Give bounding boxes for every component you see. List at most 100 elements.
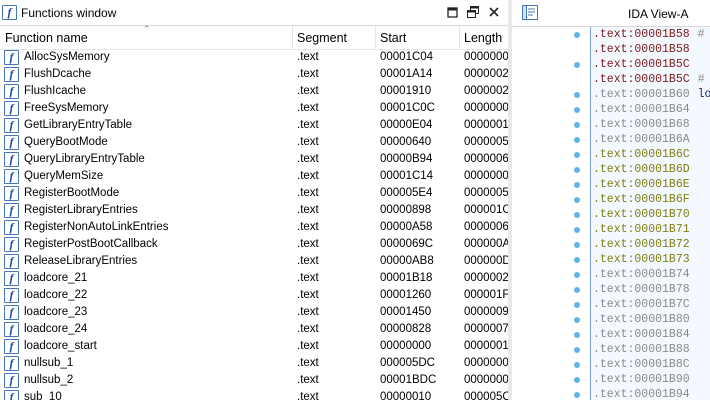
- start-address-cell: 0000069C: [380, 238, 434, 250]
- breakpoint-dot-icon[interactable]: [574, 197, 580, 203]
- breakpoint-dot-icon[interactable]: [574, 257, 580, 263]
- disassembly-line[interactable]: .text:00001B8C: [593, 357, 690, 372]
- disassembly-line[interactable]: .text:00001B6A: [593, 132, 690, 147]
- function-name-cell: RegisterPostBootCallback: [24, 238, 158, 250]
- column-header-segment[interactable]: Segment: [292, 26, 375, 49]
- breakpoint-dot-icon[interactable]: [574, 107, 580, 113]
- address-text: .text:00001B6C: [593, 148, 690, 161]
- functions-window-titlebar[interactable]: f Functions window: [0, 0, 508, 26]
- f-function-icon: f: [4, 169, 19, 184]
- function-row[interactable]: f FlushIcache .text 00001910 0000002: [0, 84, 508, 101]
- function-row[interactable]: f RegisterNonAutoLinkEntries .text 00000A58…: [0, 220, 508, 237]
- disassembly-line[interactable]: .text:00001B78: [593, 282, 690, 297]
- address-text: .text:00001B88: [593, 343, 690, 356]
- breakpoint-dot-icon[interactable]: [574, 377, 580, 383]
- function-name-cell: loadcore_21: [24, 272, 88, 284]
- function-row[interactable]: f loadcore_23 .text 00001450 0000009: [0, 305, 508, 322]
- function-row[interactable]: f loadcore_21 .text 00001B18 0000002: [0, 271, 508, 288]
- disassembly-line[interactable]: .text:00001B68: [593, 117, 690, 132]
- breakpoint-dot-icon[interactable]: [574, 347, 580, 353]
- breakpoint-dot-icon[interactable]: [574, 122, 580, 128]
- disassembly-line[interactable]: .text:00001B64: [593, 102, 690, 117]
- instruction-text: #: [697, 73, 705, 86]
- disassembly-line[interactable]: .text:00001B5C #: [593, 72, 705, 87]
- start-address-cell: 00000010: [380, 391, 432, 400]
- function-row[interactable]: f loadcore_24 .text 00000828 0000007: [0, 322, 508, 339]
- function-row[interactable]: f RegisterLibraryEntries .text 00000898 0000…: [0, 203, 508, 220]
- breakpoint-dot-icon[interactable]: [574, 182, 580, 188]
- address-text: .text:00001B94: [593, 388, 690, 400]
- function-row[interactable]: f loadcore_22 .text 00001260 000001F: [0, 288, 508, 305]
- breakpoint-dot-icon[interactable]: [574, 92, 580, 98]
- disassembly-line[interactable]: .text:00001B6F: [593, 192, 690, 207]
- breakpoint-dot-icon[interactable]: [574, 317, 580, 323]
- ida-view-tab[interactable]: IDA View-A: [512, 0, 710, 27]
- disassembly-line[interactable]: .text:00001B70: [593, 207, 690, 222]
- f-function-icon: f: [4, 101, 19, 116]
- disassembly-line[interactable]: .text:00001B5C: [593, 57, 690, 72]
- breakpoint-dot-icon[interactable]: [574, 227, 580, 233]
- disassembly-line[interactable]: .text:00001B73: [593, 252, 690, 267]
- function-row[interactable]: f FreeSysMemory .text 00001C0C 0000000: [0, 101, 508, 118]
- function-row[interactable]: f sub_10 .text 00000010 000005C: [0, 390, 508, 400]
- breakpoint-dot-icon[interactable]: [574, 272, 580, 278]
- breakpoint-dot-icon[interactable]: [574, 62, 580, 68]
- breakpoint-dot-icon[interactable]: [574, 32, 580, 38]
- function-row[interactable]: f GetLibraryEntryTable .text 00000E04 000000…: [0, 118, 508, 135]
- functions-table-header: Function name ⌃ Segment Start Length: [0, 24, 508, 50]
- address-text: .text:00001B71: [593, 223, 690, 236]
- f-function-icon: f: [4, 135, 19, 150]
- column-label: Length: [464, 31, 503, 45]
- pin-icon[interactable]: [444, 4, 460, 20]
- breakpoint-dot-icon[interactable]: [574, 392, 580, 398]
- breakpoint-dot-icon[interactable]: [574, 302, 580, 308]
- disassembly-line[interactable]: .text:00001B88: [593, 342, 690, 357]
- disassembly-line[interactable]: .text:00001B58: [593, 42, 690, 57]
- close-icon[interactable]: [486, 4, 502, 20]
- segment-cell: .text: [297, 119, 319, 131]
- disassembly-line[interactable]: .text:00001B84: [593, 327, 690, 342]
- function-row[interactable]: f loadcore_start .text 00000000 0000001: [0, 339, 508, 356]
- function-row[interactable]: f nullsub_2 .text 00001BDC 0000000: [0, 373, 508, 390]
- breakpoint-dot-icon[interactable]: [574, 242, 580, 248]
- f-function-icon: f: [4, 186, 19, 201]
- column-header-length[interactable]: Length: [459, 26, 508, 49]
- function-name-cell: nullsub_1: [24, 357, 74, 369]
- segment-cell: .text: [297, 272, 319, 284]
- disassembly-line[interactable]: .text:00001B58 #: [593, 27, 705, 42]
- function-row[interactable]: f RegisterBootMode .text 000005E4 0000005: [0, 186, 508, 203]
- breakpoint-dot-icon[interactable]: [574, 212, 580, 218]
- disassembly-line[interactable]: .text:00001B6E: [593, 177, 690, 192]
- breakpoint-dot-icon[interactable]: [574, 167, 580, 173]
- disassembly-line[interactable]: .text:00001B6C: [593, 147, 690, 162]
- function-row[interactable]: f nullsub_1 .text 000005DC 0000000: [0, 356, 508, 373]
- f-function-icon: f: [4, 322, 19, 337]
- disassembly-listing[interactable]: .text:00001B58 # .text:00001B58 .text:00001…: [590, 27, 710, 400]
- function-row[interactable]: f RegisterPostBootCallback .text 0000069C 00…: [0, 237, 508, 254]
- disassembly-line[interactable]: .text:00001B90: [593, 372, 690, 387]
- function-row[interactable]: f AllocSysMemory .text 00001C04 0000000: [0, 50, 508, 67]
- function-row[interactable]: f QueryLibraryEntryTable .text 00000B94 0000…: [0, 152, 508, 169]
- breakpoint-dot-icon[interactable]: [574, 332, 580, 338]
- disassembly-line[interactable]: .text:00001B71: [593, 222, 690, 237]
- breakpoint-dot-icon[interactable]: [574, 362, 580, 368]
- restore-icon[interactable]: [465, 4, 481, 20]
- function-row[interactable]: f QueryBootMode .text 00000640 0000005: [0, 135, 508, 152]
- disassembly-line[interactable]: .text:00001B74: [593, 267, 690, 282]
- function-row[interactable]: f FlushDcache .text 00001A14 0000002: [0, 67, 508, 84]
- disassembly-line[interactable]: .text:00001B7C: [593, 297, 690, 312]
- breakpoint-dot-icon[interactable]: [574, 137, 580, 143]
- start-address-cell: 00001C0C: [380, 102, 435, 114]
- disassembly-line[interactable]: .text:00001B60 lo: [593, 87, 710, 102]
- column-header-start[interactable]: Start: [375, 26, 459, 49]
- function-row[interactable]: f QueryMemSize .text 00001C14 0000000: [0, 169, 508, 186]
- f-function-icon: f: [4, 390, 19, 400]
- breakpoint-dot-icon[interactable]: [574, 152, 580, 158]
- disassembly-line[interactable]: .text:00001B94: [593, 387, 690, 400]
- disassembly-line[interactable]: .text:00001B80: [593, 312, 690, 327]
- breakpoint-gutter[interactable]: [512, 27, 590, 400]
- disassembly-line[interactable]: .text:00001B72: [593, 237, 690, 252]
- disassembly-line[interactable]: .text:00001B6D: [593, 162, 690, 177]
- function-row[interactable]: f ReleaseLibraryEntries .text 00000AB8 00000…: [0, 254, 508, 271]
- breakpoint-dot-icon[interactable]: [574, 287, 580, 293]
